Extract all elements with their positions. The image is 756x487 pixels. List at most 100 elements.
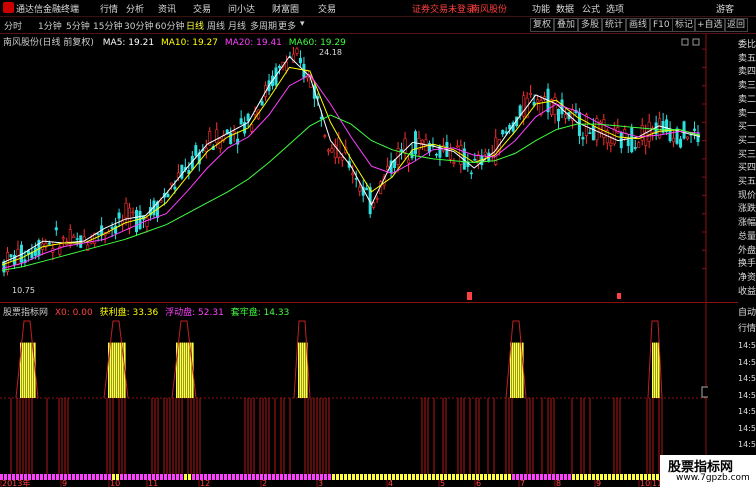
tab-15min[interactable]: 15分钟: [93, 19, 122, 32]
candle-body: [584, 114, 588, 136]
tab-weekly[interactable]: 周线: [207, 19, 225, 32]
candle-body: [121, 220, 125, 224]
side-panel-toggle[interactable]: 自动: [738, 306, 756, 321]
strip-segment: [372, 474, 375, 480]
strip-segment: [124, 474, 127, 480]
strip-segment: [548, 474, 551, 480]
stats-button[interactable]: 统计: [602, 18, 627, 32]
candle-body: [96, 233, 100, 235]
strip-segment: [544, 474, 547, 480]
candle-body: [452, 162, 456, 164]
candle-body: [278, 65, 282, 69]
strip-segment: [592, 474, 595, 480]
candle-body: [110, 226, 114, 230]
tab-monthly[interactable]: 月线: [228, 19, 246, 32]
tab-1min[interactable]: 1分钟: [38, 19, 62, 32]
strip-segment: [492, 474, 495, 480]
user-label[interactable]: 游客: [716, 2, 734, 15]
candle-body: [560, 99, 564, 115]
app-title: 通达信金融终端: [16, 5, 80, 15]
candle-body: [145, 217, 149, 227]
strip-segment: [416, 474, 419, 480]
time-label: 4: [388, 479, 393, 487]
mark-button[interactable]: 标记: [672, 18, 697, 32]
candle-body: [637, 142, 641, 148]
menu-item-wealth[interactable]: 财富圈: [272, 2, 299, 15]
menu-item-quotes[interactable]: 行情: [100, 2, 118, 15]
candle-body: [612, 128, 616, 145]
candle-body: [420, 139, 424, 144]
strip-segment: [68, 474, 71, 480]
time-label: 2013年: [2, 478, 30, 487]
login-notice[interactable]: 证券交易未登录: [412, 2, 475, 15]
menu-item-ask[interactable]: 问小达: [228, 2, 255, 15]
add-watchlist-button[interactable]: +自选: [694, 18, 726, 32]
candle-body: [529, 92, 533, 95]
strip-segment: [176, 474, 179, 480]
f10-button[interactable]: F10: [650, 18, 673, 32]
time-label: 10: [640, 479, 650, 487]
candle-body: [504, 131, 508, 134]
strip-segment: [572, 474, 575, 480]
menu-item-news[interactable]: 资讯: [158, 2, 176, 15]
tab-5min[interactable]: 5分钟: [66, 19, 90, 32]
strip-segment: [616, 474, 619, 480]
candle-body: [557, 108, 561, 122]
strip-segment: [212, 474, 215, 480]
adjust-button[interactable]: 复权: [530, 18, 555, 32]
tab-more[interactable]: 更多: [278, 19, 296, 32]
draw-button[interactable]: 画线: [626, 18, 651, 32]
indicator-chart[interactable]: 1.000.500.00-0.56-0.50-1.00-1.50: [0, 303, 708, 474]
menu-item-formula[interactable]: 公式: [582, 2, 600, 15]
menu-item-options[interactable]: 选项: [606, 2, 624, 15]
menu-item-analysis[interactable]: 分析: [126, 2, 144, 15]
back-button[interactable]: 返回: [724, 18, 749, 32]
current-value-box: [701, 386, 708, 398]
strip-segment: [620, 474, 623, 480]
menu-item-trade[interactable]: 交易: [193, 2, 211, 15]
event-marker-icon[interactable]: [467, 292, 472, 300]
strip-segment: [32, 474, 35, 480]
side-panel-toggle[interactable]: 行情: [738, 322, 756, 337]
candle-body: [54, 227, 58, 231]
strip-segment: [588, 474, 591, 480]
multi-stock-button[interactable]: 多股: [578, 18, 603, 32]
candle-body: [591, 126, 595, 141]
strip-segment: [352, 474, 355, 480]
strip-segment: [196, 474, 199, 480]
candle-body: [215, 129, 219, 144]
strip-segment: [312, 474, 315, 480]
candlestick-chart[interactable]: 24.0023.0022.0021.0020.0019.0018.0017.00…: [0, 34, 708, 302]
tab-timeshare[interactable]: 分时: [4, 19, 22, 32]
event-marker-icon[interactable]: [617, 293, 621, 299]
candle-body: [117, 212, 121, 219]
strip-segment: [40, 474, 43, 480]
strip-segment: [276, 474, 279, 480]
strip-segment: [564, 474, 567, 480]
menu-item-data[interactable]: 数据: [556, 2, 574, 15]
strip-segment: [180, 474, 183, 480]
tab-60min[interactable]: 60分钟: [155, 19, 184, 32]
indicator-yellow-bar: [112, 342, 114, 398]
time-label: 2: [262, 479, 267, 487]
strip-segment: [128, 474, 131, 480]
overlay-button[interactable]: 叠加: [554, 18, 579, 32]
strip-segment: [144, 474, 147, 480]
strip-segment: [360, 474, 363, 480]
strip-segment: [304, 474, 307, 480]
strip-segment: [508, 474, 511, 480]
menu-item-function[interactable]: 功能: [532, 2, 550, 15]
strip-segment: [636, 474, 639, 480]
candle-body: [626, 139, 630, 146]
tab-daily[interactable]: 日线: [186, 19, 204, 32]
candle-body: [9, 254, 13, 258]
candle-body: [61, 237, 65, 240]
strip-segment: [472, 474, 475, 480]
tab-30min[interactable]: 30分钟: [124, 19, 153, 32]
menu-item-trade2[interactable]: 交易: [318, 2, 336, 15]
indicator-yellow-bar: [28, 342, 30, 398]
strip-segment: [376, 474, 379, 480]
strip-segment: [272, 474, 275, 480]
tab-multi-period[interactable]: 多周期: [250, 19, 277, 32]
more-dropdown-icon[interactable]: ▾: [300, 19, 305, 29]
